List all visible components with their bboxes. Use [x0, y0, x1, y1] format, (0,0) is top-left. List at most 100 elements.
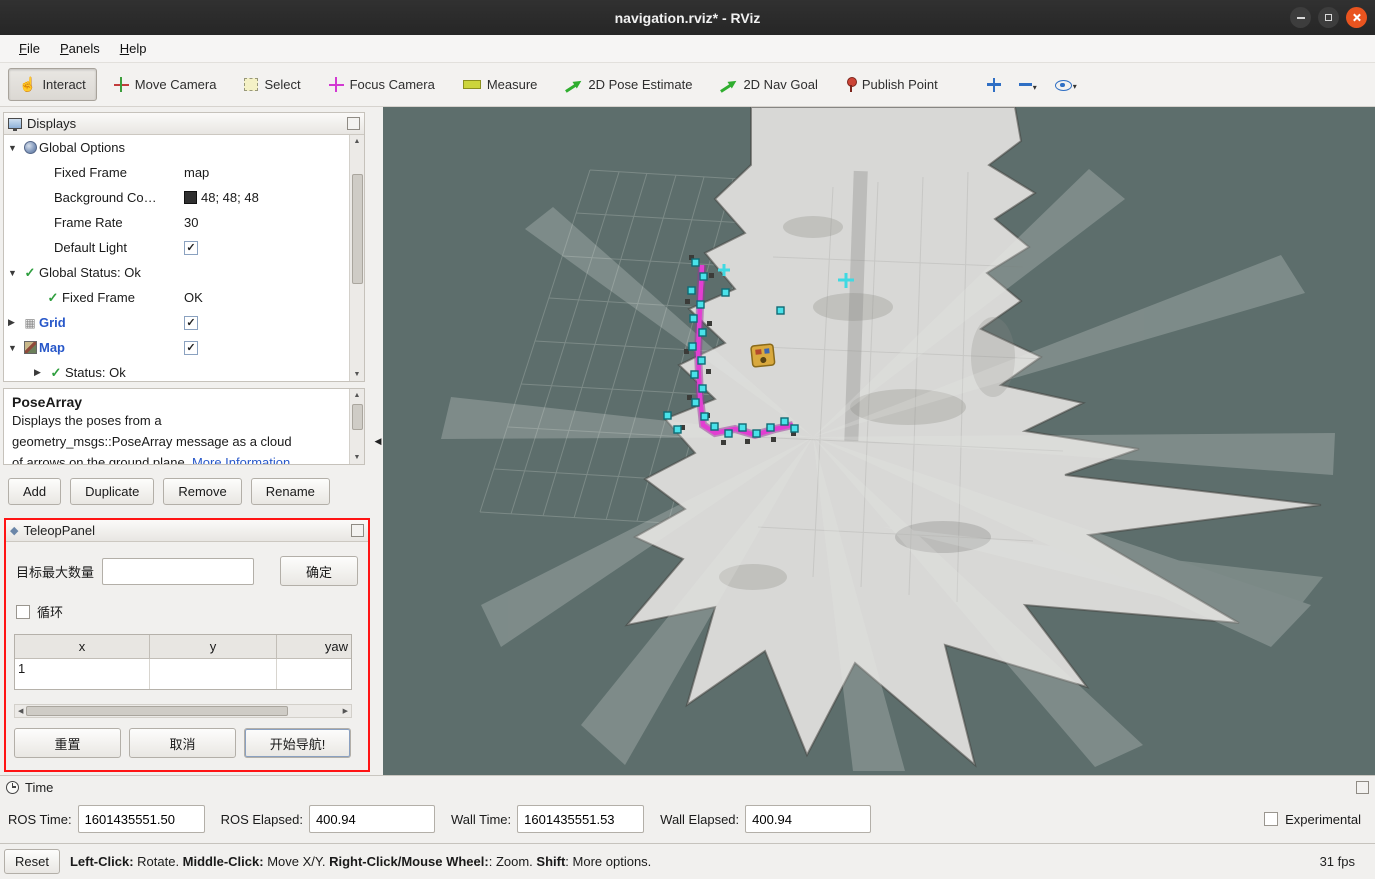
tree-row-background-color[interactable]: Background Co… 48; 48; 48	[4, 185, 349, 210]
tool-move-camera[interactable]: Move Camera	[103, 69, 228, 100]
statusbar: Reset Left-Click: Rotate. Middle-Click: …	[0, 843, 1375, 879]
close-button[interactable]	[1346, 7, 1367, 28]
scroll-left-icon[interactable]: ◀	[15, 707, 26, 715]
displays-panel-header[interactable]: Displays	[4, 113, 364, 135]
scrollbar-thumb[interactable]	[26, 706, 288, 716]
menu-panels[interactable]: Panels	[51, 37, 109, 60]
tree-label: Fixed Frame	[54, 165, 127, 180]
add-tool-button[interactable]	[981, 72, 1007, 98]
reset-button[interactable]: Reset	[4, 849, 60, 874]
expander-right-icon[interactable]: ▶	[34, 367, 47, 378]
tree-row-fixed-frame-status[interactable]: ✓ Fixed Frame OK	[4, 285, 349, 310]
column-header-yaw[interactable]: yaw	[277, 635, 351, 658]
tree-label: Fixed Frame	[62, 290, 135, 305]
minimize-button[interactable]	[1290, 7, 1311, 28]
tool-2d-nav-goal[interactable]: 2D Nav Goal	[709, 69, 828, 100]
scroll-down-icon[interactable]: ▼	[354, 451, 361, 464]
tool-interact[interactable]: ☝ Interact	[8, 68, 97, 101]
collapse-left-icon[interactable]: ◀	[375, 436, 382, 447]
wall-time-input[interactable]	[517, 805, 644, 833]
goal-table-hscrollbar[interactable]: ◀ ▶	[14, 704, 352, 718]
loop-checkbox[interactable]	[16, 605, 30, 619]
tool-focus-camera[interactable]: Focus Camera	[318, 69, 446, 100]
tree-row-global-options[interactable]: ▼ Global Options	[4, 135, 349, 160]
tree-row-map-status[interactable]: ▶ ✓ Status: Ok	[4, 360, 349, 381]
titlebar[interactable]: navigation.rviz* - RViz	[0, 0, 1375, 35]
tree-row-global-status[interactable]: ▼ ✓ Global Status: Ok	[4, 260, 349, 285]
row-header[interactable]: 1	[15, 659, 150, 689]
3d-viewport[interactable]	[383, 107, 1375, 775]
ros-elapsed-input[interactable]	[309, 805, 435, 833]
expander-down-icon[interactable]: ▼	[8, 143, 21, 153]
tree-value[interactable]: map	[184, 165, 209, 180]
remove-button[interactable]: Remove	[163, 478, 241, 505]
column-header-x[interactable]: x	[15, 635, 150, 658]
status-ok-icon: ✓	[51, 365, 62, 381]
float-panel-button[interactable]	[347, 117, 360, 130]
scroll-up-icon[interactable]: ▲	[354, 389, 361, 402]
displays-tree-scrollbar[interactable]: ▲ ▼	[349, 135, 364, 381]
tree-value[interactable]: 30	[184, 215, 198, 230]
scrollbar-thumb[interactable]	[352, 174, 363, 284]
description-scrollbar[interactable]: ▲ ▼	[349, 389, 364, 464]
scroll-down-icon[interactable]: ▼	[354, 368, 361, 381]
add-button[interactable]: Add	[8, 478, 61, 505]
remove-tool-button[interactable]: ▾	[1013, 72, 1043, 98]
panel-splitter[interactable]: ◀	[373, 107, 383, 775]
table-cell-yaw[interactable]	[277, 659, 351, 689]
tool-2d-pose-estimate[interactable]: 2D Pose Estimate	[554, 69, 703, 100]
tree-row-default-light[interactable]: Default Light ✓	[4, 235, 349, 260]
more-information-link[interactable]: More Information.	[192, 455, 294, 465]
cancel-button[interactable]: 取消	[129, 728, 236, 758]
description-title: PoseArray	[12, 394, 356, 410]
table-cell-y[interactable]	[150, 659, 277, 689]
fps-counter: 31 fps	[1320, 854, 1355, 869]
scroll-right-icon[interactable]: ▶	[340, 707, 351, 715]
tool-measure-label: Measure	[487, 77, 538, 92]
rename-button[interactable]: Rename	[251, 478, 330, 505]
tree-row-map[interactable]: ▼ Map ✓	[4, 335, 349, 360]
tool-visibility-button[interactable]: ▾	[1049, 72, 1083, 97]
scroll-up-icon[interactable]: ▲	[354, 135, 361, 148]
expander-down-icon[interactable]: ▼	[8, 268, 21, 278]
tree-row-frame-rate[interactable]: Frame Rate 30	[4, 210, 349, 235]
time-panel-header[interactable]: Time	[0, 776, 1375, 798]
chevron-down-icon: ▾	[1073, 82, 1077, 91]
menu-help[interactable]: Help	[111, 37, 156, 60]
confirm-button[interactable]: 确定	[280, 556, 358, 586]
selection-box-icon	[244, 78, 258, 91]
expander-down-icon[interactable]: ▼	[8, 343, 21, 353]
chevron-down-icon: ▾	[1033, 83, 1037, 92]
wall-elapsed-input[interactable]	[745, 805, 871, 833]
tool-measure[interactable]: Measure	[452, 69, 549, 100]
map-enabled-checkbox[interactable]: ✓	[184, 341, 198, 355]
tree-label: Default Light	[54, 240, 127, 255]
tree-value: 48; 48; 48	[201, 190, 259, 205]
float-panel-button[interactable]	[351, 524, 364, 537]
tool-select[interactable]: Select	[233, 69, 311, 100]
grid-icon: ▦	[24, 316, 35, 330]
ros-time-input[interactable]	[78, 805, 205, 833]
tool-focus-camera-label: Focus Camera	[350, 77, 435, 92]
start-navigation-button[interactable]: 开始导航!	[244, 728, 351, 758]
float-panel-button[interactable]	[1356, 781, 1369, 794]
tree-row-grid[interactable]: ▶ ▦ Grid ✓	[4, 310, 349, 335]
maximize-button[interactable]	[1318, 7, 1339, 28]
viewport-scene	[383, 107, 1375, 775]
grid-enabled-checkbox[interactable]: ✓	[184, 316, 198, 330]
tree-label: Frame Rate	[54, 215, 123, 230]
hand-icon: ☝	[19, 76, 36, 93]
goal-count-label: 目标最大数量	[16, 562, 94, 581]
duplicate-button[interactable]: Duplicate	[70, 478, 154, 505]
expander-right-icon[interactable]: ▶	[8, 317, 21, 328]
scrollbar-thumb[interactable]	[352, 404, 363, 430]
menu-file[interactable]: File	[10, 37, 49, 60]
column-header-y[interactable]: y	[150, 635, 277, 658]
experimental-checkbox[interactable]	[1264, 812, 1278, 826]
tool-publish-point[interactable]: Publish Point	[835, 69, 949, 101]
teleop-panel-header[interactable]: ◆ TeleopPanel	[6, 520, 368, 542]
goal-count-input[interactable]	[102, 558, 254, 585]
tree-row-fixed-frame[interactable]: Fixed Frame map	[4, 160, 349, 185]
default-light-checkbox[interactable]: ✓	[184, 241, 198, 255]
reset-goals-button[interactable]: 重置	[14, 728, 121, 758]
